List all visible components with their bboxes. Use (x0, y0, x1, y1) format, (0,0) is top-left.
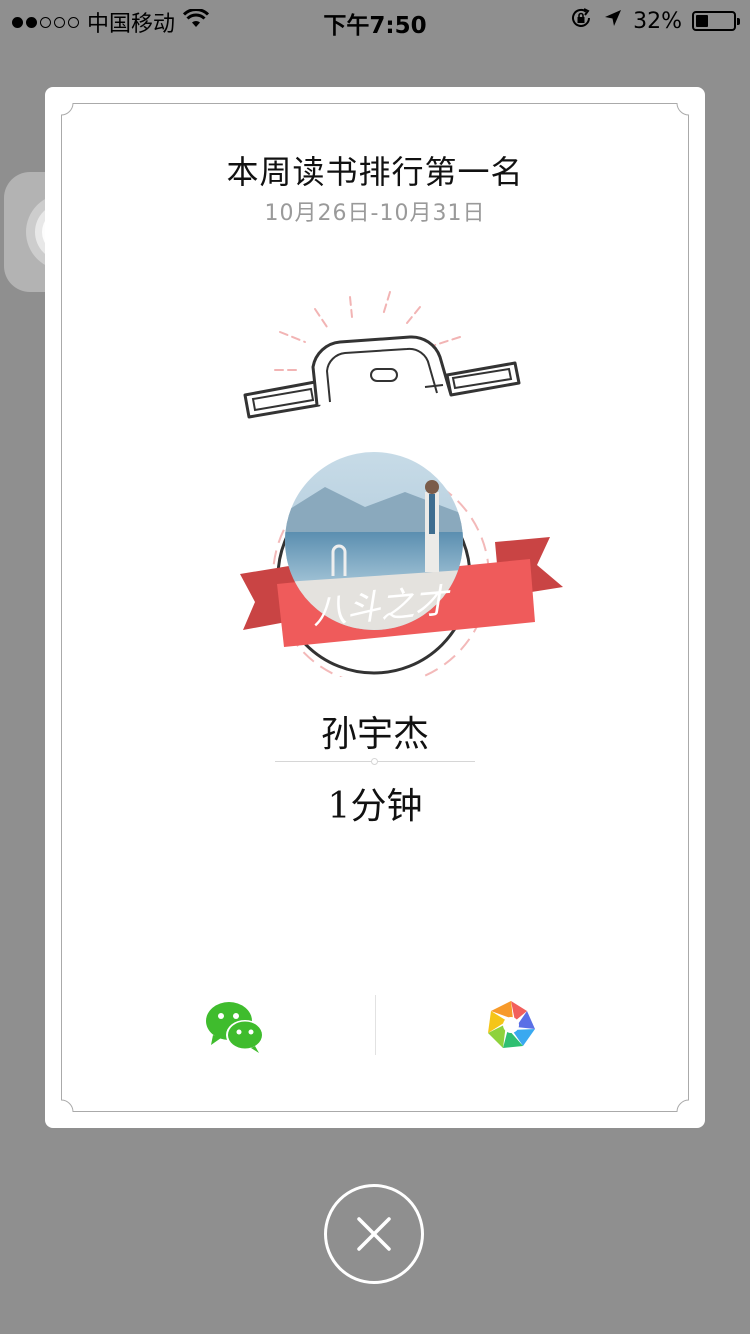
ranking-card: 本周读书排行第一名 10月26日-10月31日 八斗之才 孙宇杰 1分钟 (45, 87, 705, 1128)
battery-percent: 32% (633, 8, 682, 34)
close-button[interactable] (324, 1184, 424, 1284)
rotation-lock-icon (569, 6, 593, 36)
battery-icon (692, 11, 740, 31)
wechat-icon (206, 1002, 264, 1053)
share-moments-button[interactable] (485, 999, 537, 1051)
date-range: 10月26日-10月31日 (264, 201, 486, 226)
status-bar: 中国移动 下午7:50 32% (0, 0, 750, 40)
name-divider (275, 758, 475, 765)
close-icon (357, 1217, 391, 1251)
card-title: 本周读书排行第一名 (226, 153, 524, 191)
share-wechat-button[interactable] (205, 999, 265, 1053)
status-bar-right: 32% (569, 6, 740, 36)
reading-duration: 1分钟 (327, 786, 423, 827)
moments-icon (488, 1001, 535, 1048)
share-divider (375, 995, 376, 1055)
location-arrow-icon (603, 8, 623, 34)
user-name: 孙宇杰 (320, 714, 429, 755)
